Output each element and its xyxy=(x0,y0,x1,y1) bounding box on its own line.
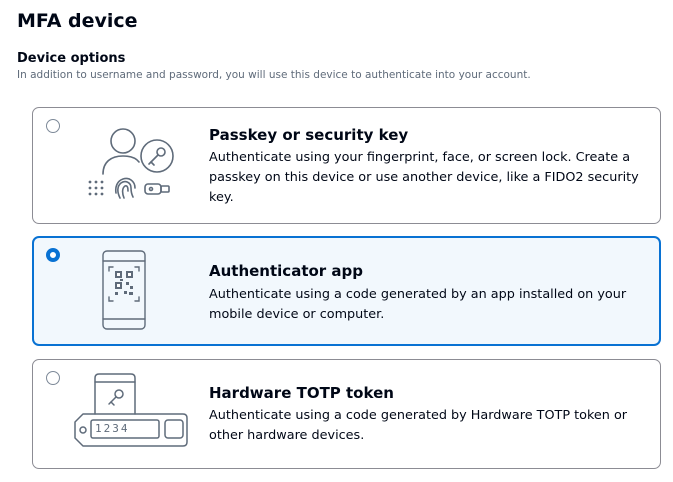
authenticator-app-radio[interactable] xyxy=(46,248,60,262)
person-key-fingerprint-icon xyxy=(88,128,174,199)
passkey-radio[interactable] xyxy=(46,119,60,133)
option-passkey-title: Passkey or security key xyxy=(209,126,409,144)
phone-hardware-token-icon xyxy=(74,373,188,447)
option-authenticator-app-title: Authenticator app xyxy=(209,262,364,280)
option-hardware-totp-description: Authenticate using a code generated by H… xyxy=(209,408,628,443)
option-authenticator-app-card[interactable]: Authenticator app Authenticate using a c… xyxy=(32,236,661,346)
device-options-description: In addition to username and password, yo… xyxy=(17,69,531,81)
option-hardware-totp-card[interactable]: 1234 Hardware TOTP token Authenticate us… xyxy=(32,359,661,469)
page-title: MFA device xyxy=(17,10,138,32)
option-passkey-card[interactable]: Passkey or security key Authenticate usi… xyxy=(32,107,661,224)
phone-qr-code-icon xyxy=(102,250,146,330)
option-authenticator-app-description: Authenticate using a code generated by a… xyxy=(209,287,627,322)
option-hardware-totp-title: Hardware TOTP token xyxy=(209,384,394,402)
option-passkey-description: Authenticate using your fingerprint, fac… xyxy=(209,150,639,205)
hardware-totp-radio[interactable] xyxy=(46,371,60,385)
device-options-label: Device options xyxy=(17,51,126,66)
token-display-value: 1234 xyxy=(95,422,130,435)
